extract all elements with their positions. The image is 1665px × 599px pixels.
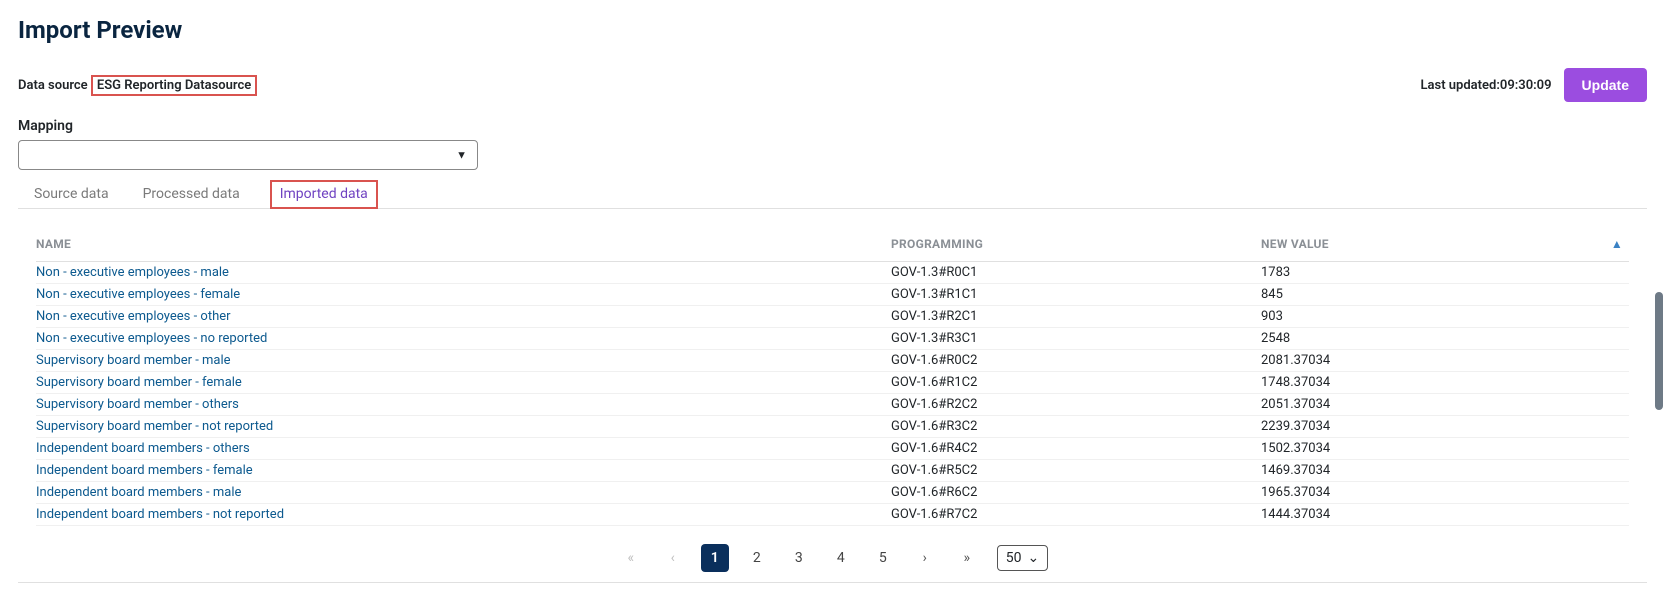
th-new-value[interactable]: NEW VALUE ▲ xyxy=(1261,237,1629,251)
pager-first[interactable]: « xyxy=(617,544,645,572)
table-row[interactable]: Supervisory board member - not reportedG… xyxy=(36,416,1629,438)
table-row[interactable]: Supervisory board member - othersGOV-1.6… xyxy=(36,394,1629,416)
cell-new-value: 903 xyxy=(1261,309,1629,324)
cell-name: Independent board members - not reported xyxy=(36,507,891,522)
cell-name: Supervisory board member - not reported xyxy=(36,419,891,434)
cell-name: Independent board members - others xyxy=(36,441,891,456)
mapping-label: Mapping xyxy=(18,118,1647,134)
cell-programming: GOV-1.6#R0C2 xyxy=(891,353,1261,368)
table-row[interactable]: Non - executive employees - maleGOV-1.3#… xyxy=(36,262,1629,284)
sort-asc-icon: ▲ xyxy=(1611,237,1623,251)
page-size-select[interactable]: 50 ⌄ xyxy=(997,545,1048,571)
cell-programming: GOV-1.6#R3C2 xyxy=(891,419,1261,434)
pager-page-3[interactable]: 3 xyxy=(785,544,813,572)
cell-programming: GOV-1.3#R1C1 xyxy=(891,287,1261,302)
cell-programming: GOV-1.3#R0C1 xyxy=(891,265,1261,280)
tab-source-data[interactable]: Source data xyxy=(30,180,113,208)
table-row[interactable]: Non - executive employees - no reportedG… xyxy=(36,328,1629,350)
cell-new-value: 1469.37034 xyxy=(1261,463,1629,478)
table-row[interactable]: Independent board members - not reported… xyxy=(36,504,1629,526)
pager: « ‹ 1 2 3 4 5 › » xyxy=(617,544,981,572)
scrollbar-thumb[interactable] xyxy=(1655,292,1663,410)
last-updated-label: Last updated: xyxy=(1421,78,1500,93)
table-row[interactable]: Independent board members - femaleGOV-1.… xyxy=(36,460,1629,482)
th-programming[interactable]: PROGRAMMING xyxy=(891,237,1261,251)
pager-next[interactable]: › xyxy=(911,544,939,572)
cell-new-value: 1444.37034 xyxy=(1261,507,1629,522)
cell-programming: GOV-1.6#R6C2 xyxy=(891,485,1261,500)
cell-programming: GOV-1.6#R7C2 xyxy=(891,507,1261,522)
tab-processed-data[interactable]: Processed data xyxy=(139,180,244,208)
table-row[interactable]: Non - executive employees - femaleGOV-1.… xyxy=(36,284,1629,306)
cell-programming: GOV-1.6#R5C2 xyxy=(891,463,1261,478)
data-table: NAME PROGRAMMING NEW VALUE ▲ Non - execu… xyxy=(18,227,1647,526)
cell-programming: GOV-1.3#R3C1 xyxy=(891,331,1261,346)
table-row[interactable]: Independent board members - maleGOV-1.6#… xyxy=(36,482,1629,504)
datasource-label: Data source xyxy=(18,78,88,93)
tabs: Source data Processed data Imported data xyxy=(18,180,1647,209)
pager-page-2[interactable]: 2 xyxy=(743,544,771,572)
th-name[interactable]: NAME xyxy=(36,237,891,251)
table-row[interactable]: Supervisory board member - femaleGOV-1.6… xyxy=(36,372,1629,394)
page-size-value: 50 xyxy=(1006,550,1022,566)
table-row[interactable]: Non - executive employees - otherGOV-1.3… xyxy=(36,306,1629,328)
update-button[interactable]: Update xyxy=(1564,68,1647,102)
datasource-name: ESG Reporting Datasource xyxy=(91,75,257,96)
table-body: Non - executive employees - maleGOV-1.3#… xyxy=(36,262,1629,526)
cell-programming: GOV-1.6#R2C2 xyxy=(891,397,1261,412)
mapping-select[interactable]: ▼ xyxy=(18,140,478,170)
table-row[interactable]: Supervisory board member - maleGOV-1.6#R… xyxy=(36,350,1629,372)
th-new-value-label: NEW VALUE xyxy=(1261,237,1329,251)
pager-page-5[interactable]: 5 xyxy=(869,544,897,572)
datasource-line: Data source ESG Reporting Datasource xyxy=(18,75,257,96)
cell-name: Independent board members - female xyxy=(36,463,891,478)
cell-new-value: 1502.37034 xyxy=(1261,441,1629,456)
cell-new-value: 2081.37034 xyxy=(1261,353,1629,368)
chevron-down-icon: ▼ xyxy=(456,149,467,162)
cell-name: Supervisory board member - female xyxy=(36,375,891,390)
pager-prev[interactable]: ‹ xyxy=(659,544,687,572)
tab-imported-data[interactable]: Imported data xyxy=(270,180,378,209)
pagination: « ‹ 1 2 3 4 5 › » 50 ⌄ xyxy=(18,544,1647,583)
cell-new-value: 1965.37034 xyxy=(1261,485,1629,500)
cell-name: Supervisory board member - male xyxy=(36,353,891,368)
cell-programming: GOV-1.6#R1C2 xyxy=(891,375,1261,390)
cell-name: Supervisory board member - others xyxy=(36,397,891,412)
cell-new-value: 845 xyxy=(1261,287,1629,302)
cell-name: Non - executive employees - male xyxy=(36,265,891,280)
table-row[interactable]: Independent board members - othersGOV-1.… xyxy=(36,438,1629,460)
chevron-down-icon: ⌄ xyxy=(1028,550,1040,566)
pager-last[interactable]: » xyxy=(953,544,981,572)
cell-name: Non - executive employees - other xyxy=(36,309,891,324)
cell-name: Non - executive employees - no reported xyxy=(36,331,891,346)
cell-programming: GOV-1.6#R4C2 xyxy=(891,441,1261,456)
table-head: NAME PROGRAMMING NEW VALUE ▲ xyxy=(36,227,1629,262)
cell-name: Independent board members - male xyxy=(36,485,891,500)
last-updated: Last updated:09:30:09 xyxy=(1421,78,1552,93)
cell-new-value: 2239.37034 xyxy=(1261,419,1629,434)
pager-page-4[interactable]: 4 xyxy=(827,544,855,572)
pager-page-1[interactable]: 1 xyxy=(701,544,729,572)
cell-new-value: 2051.37034 xyxy=(1261,397,1629,412)
cell-new-value: 2548 xyxy=(1261,331,1629,346)
page-title: Import Preview xyxy=(18,16,1647,44)
last-updated-value: 09:30:09 xyxy=(1500,78,1552,93)
cell-programming: GOV-1.3#R2C1 xyxy=(891,309,1261,324)
cell-new-value: 1748.37034 xyxy=(1261,375,1629,390)
cell-new-value: 1783 xyxy=(1261,265,1629,280)
cell-name: Non - executive employees - female xyxy=(36,287,891,302)
